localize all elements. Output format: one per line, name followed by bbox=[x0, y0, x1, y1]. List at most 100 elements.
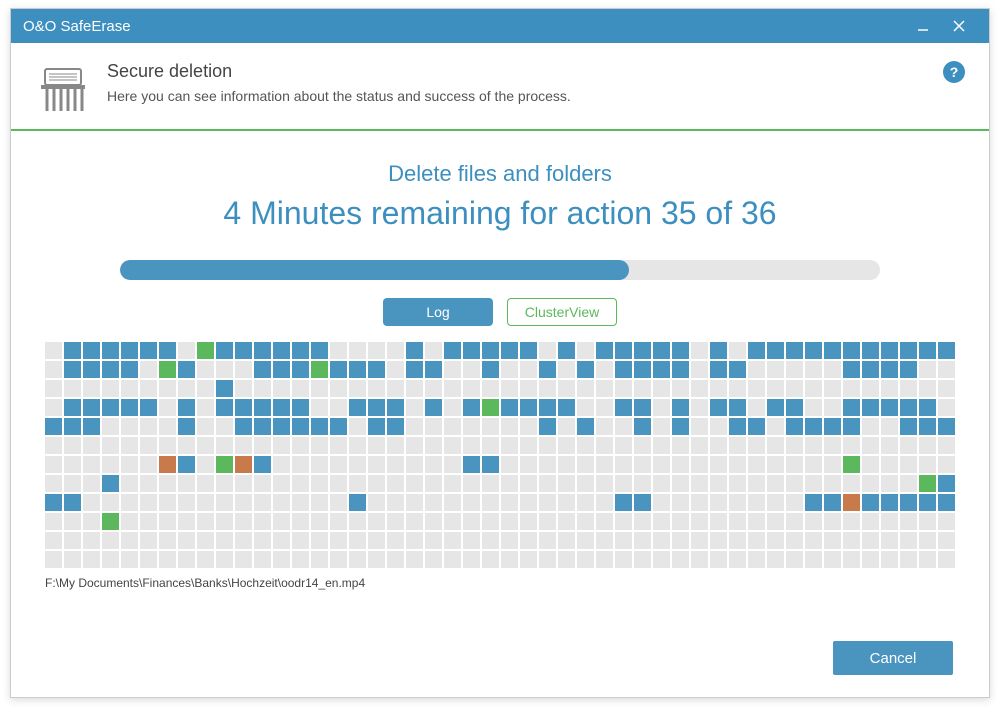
cluster-cell bbox=[292, 418, 309, 435]
cancel-button[interactable]: Cancel bbox=[833, 641, 953, 675]
cluster-cell bbox=[596, 380, 613, 397]
help-button[interactable]: ? bbox=[943, 61, 965, 83]
cluster-cell bbox=[463, 380, 480, 397]
cluster-cell bbox=[102, 551, 119, 568]
cluster-cell bbox=[900, 418, 917, 435]
cluster-cell bbox=[729, 399, 746, 416]
cluster-cell bbox=[938, 494, 955, 511]
cluster-cell bbox=[938, 418, 955, 435]
cluster-cell bbox=[121, 475, 138, 492]
cluster-cell bbox=[672, 342, 689, 359]
cluster-cell bbox=[501, 437, 518, 454]
cluster-cell bbox=[900, 437, 917, 454]
cluster-cell bbox=[254, 418, 271, 435]
cluster-cell bbox=[64, 342, 81, 359]
cluster-cell bbox=[387, 532, 404, 549]
cluster-cell bbox=[843, 532, 860, 549]
cluster-cell bbox=[634, 399, 651, 416]
cluster-cell bbox=[349, 551, 366, 568]
cluster-cell bbox=[197, 380, 214, 397]
cluster-cell bbox=[159, 418, 176, 435]
cluster-cell bbox=[45, 494, 62, 511]
cluster-cell bbox=[520, 532, 537, 549]
cluster-cell bbox=[615, 475, 632, 492]
cluster-cell bbox=[311, 418, 328, 435]
cluster-cell bbox=[178, 418, 195, 435]
cluster-cell bbox=[767, 532, 784, 549]
cluster-cell bbox=[330, 494, 347, 511]
cluster-cell bbox=[387, 399, 404, 416]
cluster-cell bbox=[824, 399, 841, 416]
cluster-cell bbox=[558, 342, 575, 359]
cluster-cell bbox=[64, 456, 81, 473]
cluster-cell bbox=[102, 361, 119, 378]
cluster-cell bbox=[881, 399, 898, 416]
cluster-cell bbox=[45, 361, 62, 378]
cluster-cell bbox=[45, 513, 62, 530]
cluster-cell bbox=[919, 456, 936, 473]
cluster-cell bbox=[482, 418, 499, 435]
cluster-cell bbox=[311, 551, 328, 568]
cluster-cell bbox=[824, 551, 841, 568]
cluster-cell bbox=[45, 532, 62, 549]
cluster-cell bbox=[900, 361, 917, 378]
cluster-cell bbox=[729, 437, 746, 454]
cluster-cell bbox=[824, 532, 841, 549]
cluster-cell bbox=[577, 532, 594, 549]
cluster-cell bbox=[900, 399, 917, 416]
cluster-cell bbox=[520, 551, 537, 568]
cluster-cell bbox=[786, 380, 803, 397]
cluster-cell bbox=[235, 513, 252, 530]
cluster-cell bbox=[653, 551, 670, 568]
cluster-cell bbox=[596, 437, 613, 454]
cluster-cell bbox=[729, 361, 746, 378]
cluster-cell bbox=[254, 380, 271, 397]
cluster-cell bbox=[311, 513, 328, 530]
cluster-cell bbox=[83, 342, 100, 359]
cluster-cell bbox=[900, 380, 917, 397]
cluster-cell bbox=[140, 437, 157, 454]
cluster-cell bbox=[615, 456, 632, 473]
tab-log[interactable]: Log bbox=[383, 298, 493, 326]
minimize-button[interactable] bbox=[905, 9, 941, 43]
cluster-cell bbox=[45, 475, 62, 492]
cluster-cell bbox=[83, 494, 100, 511]
cluster-cell bbox=[615, 361, 632, 378]
cluster-cell bbox=[615, 418, 632, 435]
cluster-cell bbox=[786, 513, 803, 530]
cluster-cell bbox=[710, 456, 727, 473]
cluster-cell bbox=[596, 361, 613, 378]
cluster-cell bbox=[862, 456, 879, 473]
cluster-cell bbox=[862, 361, 879, 378]
cluster-cell bbox=[349, 456, 366, 473]
tab-clusterview[interactable]: ClusterView bbox=[507, 298, 617, 326]
cluster-cell bbox=[843, 475, 860, 492]
cluster-cell bbox=[311, 456, 328, 473]
cluster-cell bbox=[938, 399, 955, 416]
cluster-cell bbox=[159, 494, 176, 511]
cluster-cell bbox=[425, 456, 442, 473]
cluster-cell bbox=[121, 551, 138, 568]
cluster-cell bbox=[881, 513, 898, 530]
cluster-cell bbox=[102, 399, 119, 416]
cluster-cell bbox=[64, 494, 81, 511]
cluster-cell bbox=[843, 418, 860, 435]
cluster-cell bbox=[710, 380, 727, 397]
cluster-cell bbox=[691, 475, 708, 492]
cluster-cell bbox=[292, 513, 309, 530]
cluster-cell bbox=[786, 437, 803, 454]
cluster-cell bbox=[691, 551, 708, 568]
cluster-cell bbox=[843, 380, 860, 397]
cluster-cell bbox=[64, 418, 81, 435]
cluster-cell bbox=[748, 475, 765, 492]
cluster-cell bbox=[520, 494, 537, 511]
cluster-cell bbox=[634, 342, 651, 359]
close-button[interactable] bbox=[941, 9, 977, 43]
cluster-cell bbox=[710, 513, 727, 530]
cluster-cell bbox=[539, 361, 556, 378]
cluster-cell bbox=[482, 399, 499, 416]
cluster-cell bbox=[653, 532, 670, 549]
cluster-cell bbox=[140, 551, 157, 568]
cluster-cell bbox=[577, 551, 594, 568]
cluster-cell bbox=[691, 437, 708, 454]
